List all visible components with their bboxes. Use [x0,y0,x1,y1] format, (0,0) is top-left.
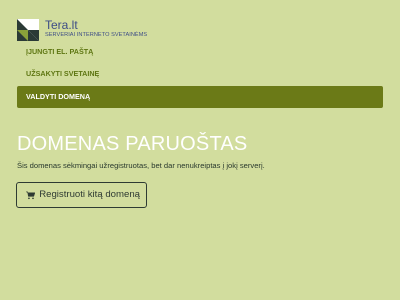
page-description: Šis domenas sėkmingai užregistruotas, be… [17,161,265,170]
page-title: DOMENAS PARUOŠTAS [17,133,248,155]
brand-name[interactable]: Tera.lt [45,19,147,32]
tera-logo-icon[interactable] [17,19,39,41]
shopping-cart-icon [26,191,36,199]
register-another-domain-button[interactable]: Registruoti kitą domeną [16,182,147,208]
nav-item-order-website[interactable]: UŽSAKYTI SVETAINĘ [17,63,383,85]
register-another-domain-label: Registruoti kitą domeną [39,189,140,200]
brand-tagline: SERVERIAI INTERNETO SVETAINĖMS [45,32,148,38]
site-header: Tera.lt SERVERIAI INTERNETO SVETAINĖMS [17,19,147,41]
brand: Tera.lt SERVERIAI INTERNETO SVETAINĖMS [45,19,147,39]
nav-item-manage-domain[interactable]: VALDYTI DOMENĄ [17,86,383,108]
nav-item-enable-email[interactable]: ĮJUNGTI EL. PAŠTĄ [17,41,383,63]
page: Tera.lt SERVERIAI INTERNETO SVETAINĖMS Į… [0,0,400,300]
